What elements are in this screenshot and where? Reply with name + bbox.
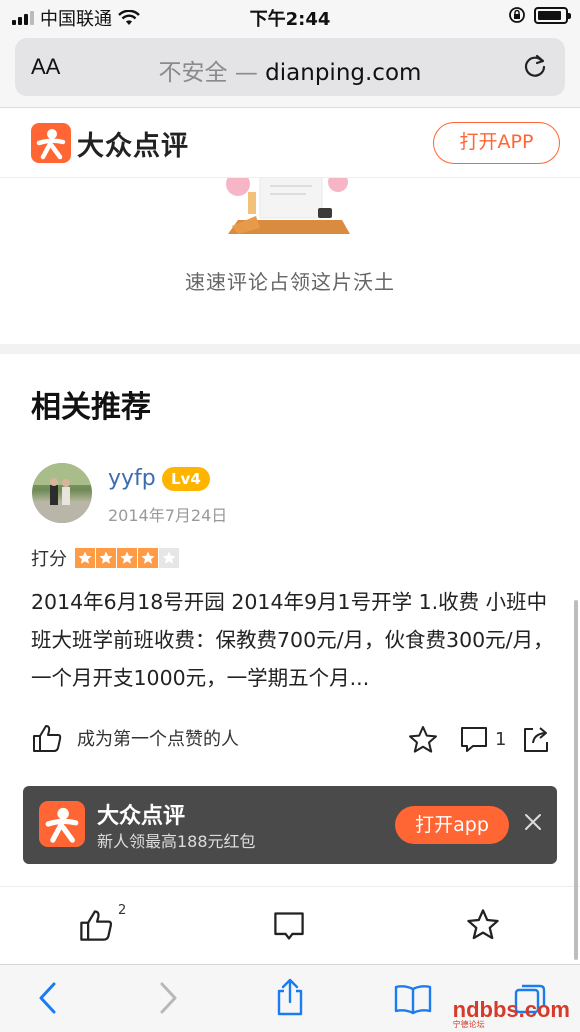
promo-open-app-button[interactable]: 打开app xyxy=(395,806,509,844)
url-domain: dianping.com xyxy=(265,60,422,86)
section-title: 相关推荐 xyxy=(31,390,151,425)
close-icon[interactable] xyxy=(521,810,545,834)
logo-text: 大众点评 xyxy=(77,130,189,162)
orientation-lock-icon xyxy=(509,7,525,23)
app-promo-banner[interactable]: 大众点评 新人领最高188元红包 打开app xyxy=(23,786,557,864)
status-right xyxy=(508,6,571,24)
page: 中国联通 下午2:44 AA 不安全 — dianping.com 大众点评 打… xyxy=(0,0,580,1032)
score-label: 打分 xyxy=(31,549,67,570)
promo-title: 大众点评 xyxy=(97,804,186,829)
status-bar: 中国联通 下午2:44 xyxy=(0,0,580,34)
like-prompt: 成为第一个点赞的人 xyxy=(77,729,239,750)
back-icon[interactable] xyxy=(36,981,60,1015)
share-icon[interactable] xyxy=(521,724,551,754)
avatar[interactable] xyxy=(32,463,92,523)
comment-button[interactable]: 1 xyxy=(459,724,506,754)
rating-star-empty xyxy=(159,548,179,568)
insecure-label: 不安全 — xyxy=(158,60,258,86)
star-icon[interactable] xyxy=(407,724,439,756)
empty-comments-illustration xyxy=(226,178,350,234)
comment-icon xyxy=(461,727,487,752)
share-icon[interactable] xyxy=(274,977,306,1017)
review-date: 2014年7月24日 xyxy=(108,506,228,525)
dianping-logo[interactable]: 大众点评 xyxy=(31,123,189,163)
review-username[interactable]: yyfp xyxy=(108,466,156,491)
rating-star-filled xyxy=(96,548,116,568)
browser-address-area: AA 不安全 — dianping.com xyxy=(0,34,580,108)
promo-subtitle: 新人领最高188元红包 xyxy=(97,832,256,851)
reload-icon[interactable] xyxy=(521,52,549,80)
rating-star-filled xyxy=(117,548,137,568)
comment-count: 1 xyxy=(495,728,507,750)
user-level-badge: Lv4 xyxy=(162,467,210,491)
open-app-button[interactable]: 打开APP xyxy=(433,122,560,164)
site-watermark: ndbbs.com 宁德论坛 xyxy=(453,997,570,1030)
star-icon[interactable] xyxy=(465,907,501,943)
like-button[interactable]: 成为第一个点赞的人 xyxy=(31,722,239,754)
bookmarks-icon[interactable] xyxy=(393,983,433,1015)
rating-stars xyxy=(75,548,179,568)
dianping-logo-icon xyxy=(39,801,85,847)
empty-comments-section: 速速评论占领这片沃土 xyxy=(0,178,580,344)
rating-star-filled xyxy=(75,548,95,568)
battery-icon xyxy=(534,6,571,24)
forward-icon[interactable] xyxy=(156,981,180,1015)
score-row: 打分 xyxy=(31,545,179,571)
site-header: 大众点评 打开APP xyxy=(0,108,580,178)
status-time: 下午2:44 xyxy=(249,9,331,30)
like-count: 2 xyxy=(118,903,127,918)
address-bar[interactable]: AA 不安全 — dianping.com xyxy=(15,38,565,96)
page-bottom-bar: 2 xyxy=(0,886,580,964)
dianping-logo-icon xyxy=(31,123,71,163)
comment-icon[interactable] xyxy=(272,909,306,943)
scrollbar[interactable] xyxy=(574,600,578,960)
thumbs-up-icon[interactable] xyxy=(78,907,114,943)
thumbs-up-icon xyxy=(33,725,62,752)
review-text[interactable]: 2014年6月18号开园 2014年9月1号开学 1.收费 小班中班大班学前班收… xyxy=(31,583,556,697)
review-actions: 成为第一个点赞的人 1 xyxy=(31,722,551,758)
empty-comments-text: 速速评论占领这片沃土 xyxy=(185,270,395,294)
rating-star-filled xyxy=(138,548,158,568)
section-divider xyxy=(0,344,580,354)
url-display[interactable]: 不安全 — dianping.com xyxy=(15,53,565,87)
